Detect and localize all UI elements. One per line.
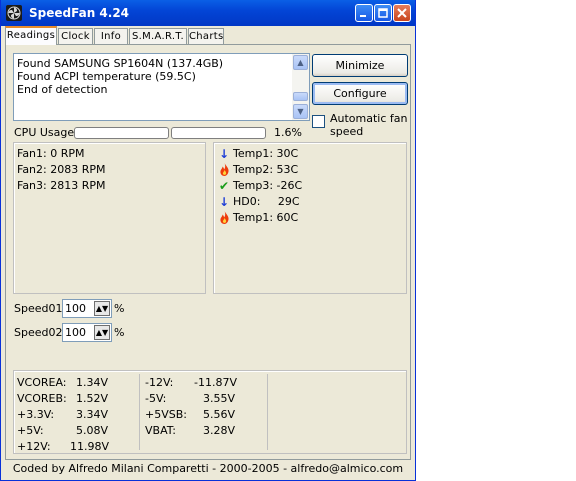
scroll-thumb[interactable] xyxy=(293,92,308,101)
temp-reading: Temp1: 30C xyxy=(233,147,299,160)
cpu-usage-label: CPU Usage xyxy=(14,126,75,139)
temp-reading: Temp2: 53C xyxy=(233,163,299,176)
tab-readings[interactable]: Readings xyxy=(5,26,57,45)
cpu-usage-value: 1.6% xyxy=(274,126,302,139)
log-line: End of detection xyxy=(17,83,108,96)
voltage-value: 5.08V xyxy=(76,424,109,437)
voltage-column-divider xyxy=(267,374,268,450)
voltage-name: VCOREA: xyxy=(17,376,67,389)
fan-reading: Fan1: 0 RPM xyxy=(17,147,85,160)
fans-panel: Fan1: 0 RPM Fan2: 2083 RPM Fan3: 2813 RP… xyxy=(13,142,206,294)
temp-reading: HD0: 29C xyxy=(233,195,300,208)
voltage-value: 1.34V xyxy=(76,376,109,389)
spin-arrows-icon[interactable]: ▲▼ xyxy=(94,301,110,316)
check-icon: ✔ xyxy=(218,179,230,193)
flame-icon xyxy=(218,211,230,227)
spin-arrows-icon[interactable]: ▲▼ xyxy=(94,325,110,340)
arrow-down-icon: ↓ xyxy=(218,147,230,161)
maximize-window-button[interactable] xyxy=(374,4,392,22)
tab-info[interactable]: Info xyxy=(94,28,128,44)
close-window-button[interactable] xyxy=(393,4,411,22)
voltage-name: +3.3V: xyxy=(17,408,55,421)
readings-panel: Found SAMSUNG SP1604N (137.4GB) Found AC… xyxy=(5,44,411,460)
voltage-name: +5V: xyxy=(17,424,44,437)
voltage-name: -5V: xyxy=(145,392,167,405)
window-title: SpeedFan 4.24 xyxy=(29,6,130,20)
cpu-core2-bar xyxy=(171,127,266,139)
temp-reading: Temp1: 60C xyxy=(233,211,299,224)
fan-reading: Fan3: 2813 RPM xyxy=(17,179,106,192)
speedfan-window: SpeedFan 4.24 Readings Clock Info S.M.A.… xyxy=(0,0,416,481)
title-bar[interactable]: SpeedFan 4.24 xyxy=(1,0,415,26)
detection-log[interactable]: Found SAMSUNG SP1604N (137.4GB) Found AC… xyxy=(13,53,310,121)
voltage-column-divider xyxy=(139,374,140,450)
automatic-fan-speed-label: Automatic fan speed xyxy=(330,112,408,138)
speed01-label: Speed01: xyxy=(14,302,67,315)
voltage-name: VCOREB: xyxy=(17,392,67,405)
cpu-core1-bar xyxy=(74,127,169,139)
voltage-value: 3.34V xyxy=(76,408,109,421)
scroll-up-icon[interactable]: ▲ xyxy=(293,55,308,70)
minimize-window-button[interactable] xyxy=(355,4,373,22)
minimize-button[interactable]: Minimize xyxy=(312,54,408,77)
tab-clock[interactable]: Clock xyxy=(58,28,93,44)
voltage-value: 11.98V xyxy=(70,440,110,453)
voltage-value: 3.28V xyxy=(203,424,236,437)
speed01-value[interactable]: 100 xyxy=(65,302,86,315)
log-scrollbar[interactable]: ▲ ▼ xyxy=(292,54,309,120)
flame-icon xyxy=(218,163,230,179)
voltage-value: 1.52V xyxy=(76,392,109,405)
configure-button[interactable]: Configure xyxy=(312,82,408,105)
voltage-value: 5.56V xyxy=(203,408,236,421)
voltage-name: -12V: xyxy=(145,376,174,389)
fan-reading: Fan2: 2083 RPM xyxy=(17,163,106,176)
tab-smart[interactable]: S.M.A.R.T. xyxy=(129,28,187,44)
voltage-name: +5VSB: xyxy=(145,408,187,421)
speed02-stepper[interactable]: 100 ▲▼ xyxy=(62,323,112,342)
speed02-label: Speed02: xyxy=(14,326,67,339)
voltage-value: 3.55V xyxy=(203,392,236,405)
credits-text: Coded by Alfredo Milani Comparetti - 200… xyxy=(12,462,404,475)
fan-app-icon xyxy=(6,5,22,21)
tab-charts[interactable]: Charts xyxy=(188,28,224,44)
log-line: Found ACPI temperature (59.5C) xyxy=(17,70,196,83)
scroll-down-icon[interactable]: ▼ xyxy=(293,104,308,119)
voltage-name: +12V: xyxy=(17,440,51,453)
log-line: Found SAMSUNG SP1604N (137.4GB) xyxy=(17,57,224,70)
speed02-unit: % xyxy=(114,326,125,339)
speed01-stepper[interactable]: 100 ▲▼ xyxy=(62,299,112,318)
temp-reading: Temp3: -26C xyxy=(233,179,303,192)
voltages-panel: VCOREA: 1.34V VCOREB: 1.52V +3.3V: 3.34V… xyxy=(13,370,407,454)
automatic-fan-speed-checkbox[interactable] xyxy=(312,115,325,128)
voltage-name: VBAT: xyxy=(145,424,176,437)
temperatures-panel: ↓ Temp1: 30C Temp2: 53C ✔ Temp3: -26C ↓ … xyxy=(213,142,407,294)
arrow-down-icon: ↓ xyxy=(218,195,230,209)
voltage-value: -11.87V xyxy=(194,376,237,389)
speed02-value[interactable]: 100 xyxy=(65,326,86,339)
speed01-unit: % xyxy=(114,302,125,315)
